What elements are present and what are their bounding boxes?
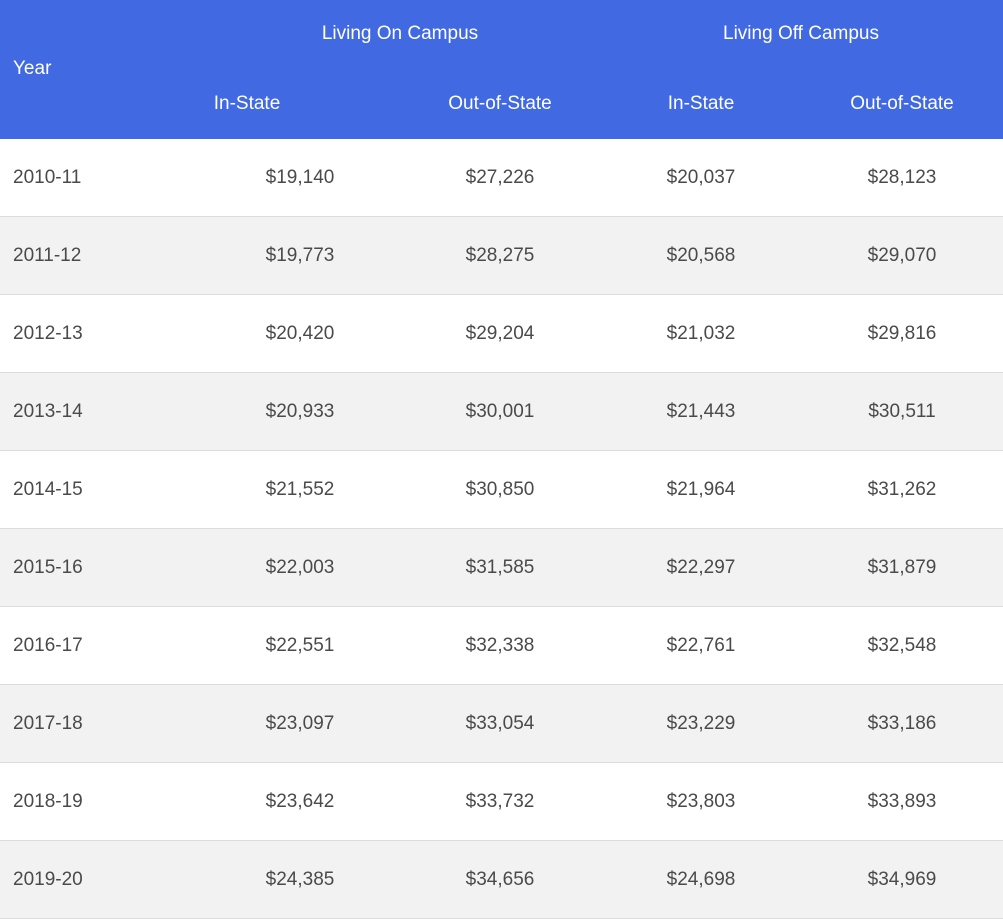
table-row: 2019-20 $24,385 $34,656 $24,698 $34,969: [0, 841, 1003, 919]
cell-on-campus-in-state: $19,140: [265, 167, 335, 188]
cell-off-campus-in-state: $20,037: [666, 167, 736, 188]
cell-on-campus-in-state: $22,551: [265, 635, 335, 656]
cell-on-campus-out-of-state: $29,204: [465, 323, 535, 344]
table-row: 2012-13 $20,420 $29,204 $21,032 $29,816: [0, 295, 1003, 373]
cell-on-campus-out-of-state: $28,275: [465, 245, 535, 266]
cell-on-campus-out-of-state: $31,585: [465, 557, 535, 578]
cell-off-campus-out-of-state: $31,879: [867, 557, 937, 578]
cell-year: 2016-17: [13, 635, 83, 656]
cell-off-campus-in-state: $24,698: [666, 869, 736, 890]
cell-on-campus-in-state: $19,773: [265, 245, 335, 266]
cell-year: 2012-13: [13, 323, 83, 344]
table-row: 2011-12 $19,773 $28,275 $20,568 $29,070: [0, 217, 1003, 295]
header-off-campus-in-state: In-State: [667, 93, 735, 114]
table-body: 2010-11 $19,140 $27,226 $20,037 $28,123 …: [0, 139, 1003, 919]
cell-off-campus-in-state: $22,761: [666, 635, 736, 656]
cell-on-campus-in-state: $23,642: [265, 791, 335, 812]
cell-off-campus-out-of-state: $29,816: [867, 323, 937, 344]
cell-off-campus-out-of-state: $32,548: [867, 635, 937, 656]
cell-year: 2018-19: [13, 791, 83, 812]
cell-off-campus-in-state: $22,297: [666, 557, 736, 578]
table-row: 2013-14 $20,933 $30,001 $21,443 $30,511: [0, 373, 1003, 451]
cell-on-campus-out-of-state: $30,001: [465, 401, 535, 422]
header-off-campus-out-of-state: Out-of-State: [850, 93, 954, 114]
table-row: 2016-17 $22,551 $32,338 $22,761 $32,548: [0, 607, 1003, 685]
cell-off-campus-in-state: $23,803: [666, 791, 736, 812]
cell-on-campus-in-state: $20,420: [265, 323, 335, 344]
cell-year: 2017-18: [13, 713, 83, 734]
table-row: 2014-15 $21,552 $30,850 $21,964 $31,262: [0, 451, 1003, 529]
table-row: 2015-16 $22,003 $31,585 $22,297 $31,879: [0, 529, 1003, 607]
cell-off-campus-out-of-state: $34,969: [867, 869, 937, 890]
cell-off-campus-out-of-state: $28,123: [867, 167, 937, 188]
cell-year: 2019-20: [13, 869, 83, 890]
cell-off-campus-in-state: $21,964: [666, 479, 736, 500]
cell-on-campus-out-of-state: $33,732: [465, 791, 535, 812]
cell-year: 2010-11: [13, 167, 82, 188]
header-on-campus-out-of-state: Out-of-State: [448, 93, 552, 114]
cell-off-campus-out-of-state: $29,070: [867, 245, 937, 266]
cell-on-campus-out-of-state: $32,338: [465, 635, 535, 656]
cell-on-campus-in-state: $21,552: [265, 479, 335, 500]
cell-on-campus-out-of-state: $30,850: [465, 479, 535, 500]
cell-off-campus-in-state: $20,568: [666, 245, 736, 266]
cell-on-campus-in-state: $22,003: [265, 557, 335, 578]
table-row: 2010-11 $19,140 $27,226 $20,037 $28,123: [0, 139, 1003, 217]
cell-off-campus-out-of-state: $33,186: [867, 713, 937, 734]
cell-off-campus-in-state: $21,032: [666, 323, 736, 344]
cell-on-campus-in-state: $20,933: [265, 401, 335, 422]
cell-on-campus-out-of-state: $33,054: [465, 713, 535, 734]
header-group-off-campus: Living Off Campus: [723, 23, 879, 44]
cell-on-campus-in-state: $23,097: [265, 713, 335, 734]
header-group-on-campus: Living On Campus: [321, 23, 479, 44]
cell-on-campus-in-state: $24,385: [265, 869, 335, 890]
cell-on-campus-out-of-state: $27,226: [465, 167, 535, 188]
cell-off-campus-out-of-state: $33,893: [867, 791, 937, 812]
cell-off-campus-in-state: $21,443: [666, 401, 736, 422]
cell-year: 2011-12: [13, 245, 82, 266]
cell-off-campus-out-of-state: $30,511: [868, 401, 936, 422]
cell-off-campus-in-state: $23,229: [666, 713, 736, 734]
table-row: 2018-19 $23,642 $33,732 $23,803 $33,893: [0, 763, 1003, 841]
cell-on-campus-out-of-state: $34,656: [465, 869, 535, 890]
cost-table: Year Living On Campus Living Off Campus …: [0, 0, 1003, 919]
cell-off-campus-out-of-state: $31,262: [867, 479, 937, 500]
table-row: 2017-18 $23,097 $33,054 $23,229 $33,186: [0, 685, 1003, 763]
cell-year: 2014-15: [13, 479, 83, 500]
table-header: Year Living On Campus Living Off Campus …: [0, 0, 1003, 139]
cell-year: 2013-14: [13, 401, 83, 422]
cell-year: 2015-16: [13, 557, 83, 578]
header-year: Year: [13, 58, 52, 79]
header-on-campus-in-state: In-State: [213, 93, 281, 114]
